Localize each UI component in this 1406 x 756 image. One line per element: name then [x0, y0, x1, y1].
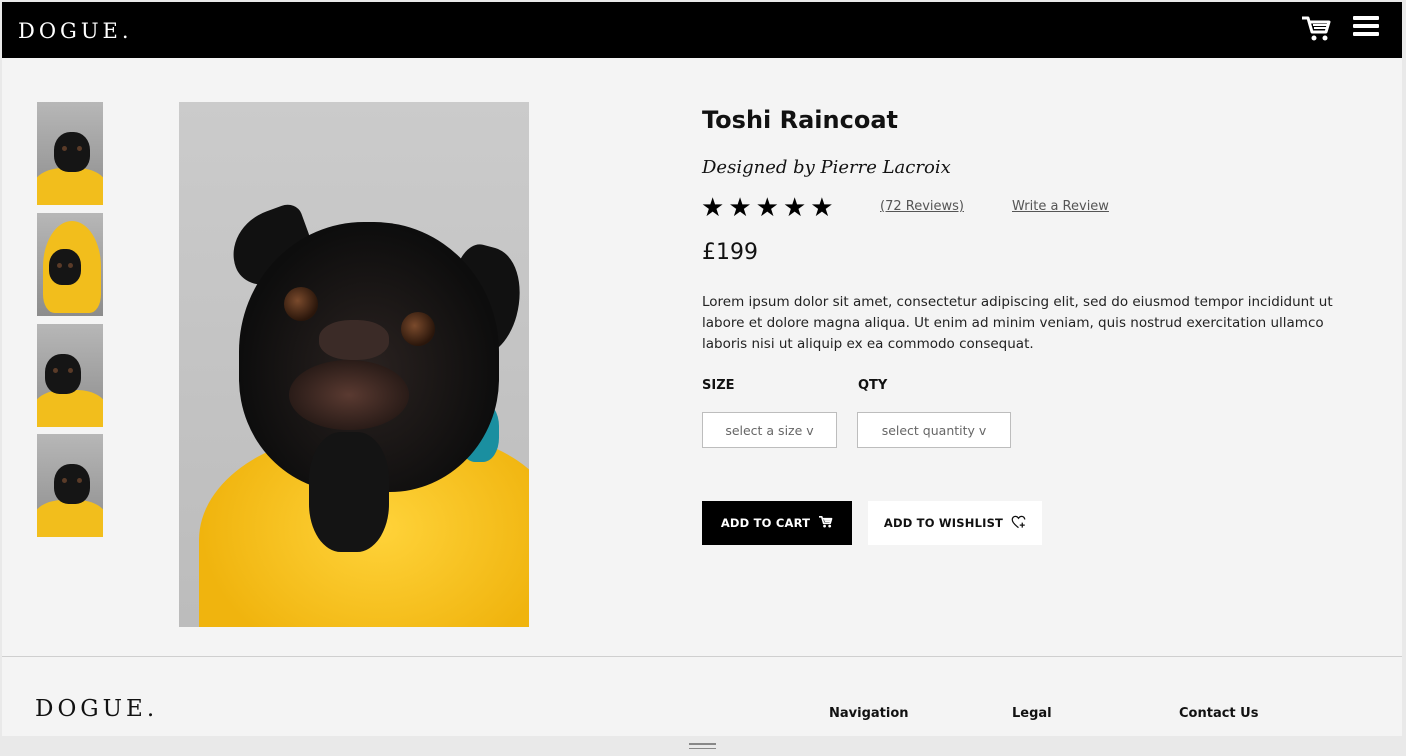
add-to-cart-label: ADD TO CART [720, 516, 811, 530]
product-designer: Designed by Pierre Lacroix [702, 157, 951, 178]
star-icon: ★ [755, 193, 779, 223]
footer-navigation-heading: Navigation [829, 706, 909, 721]
product-thumbnail-2[interactable] [37, 213, 103, 316]
product-thumbnail-4[interactable] [37, 434, 103, 537]
star-icon: ★ [782, 193, 807, 223]
add-to-wishlist-button[interactable]: ADD TO WISHLIST [868, 501, 1042, 545]
resize-handle[interactable] [689, 743, 716, 750]
quantity-select[interactable]: select quantity v [857, 412, 1011, 448]
top-nav-bar: DOGUE. [2, 2, 1402, 58]
heart-plus-icon [1011, 515, 1026, 532]
product-title: Toshi Raincoat [702, 106, 898, 134]
star-icon: ★ [701, 193, 725, 223]
star-icon: ★ [728, 193, 752, 223]
site-logo[interactable]: DOGUE. [18, 19, 133, 43]
product-thumbnail-1[interactable] [37, 102, 103, 205]
reviews-count-link[interactable]: (72 Reviews) [880, 199, 964, 214]
rating-stars: ★ ★ ★ ★ ★ [701, 195, 834, 221]
product-description: Lorem ipsum dolor sit amet, consectetur … [702, 294, 1333, 352]
quantity-select-value: select quantity v [881, 422, 987, 438]
size-select[interactable]: select a size v [702, 412, 837, 448]
size-select-value: select a size v [725, 422, 814, 438]
footer-divider [2, 656, 1402, 657]
star-icon: ★ [810, 193, 834, 223]
qty-label: QTY [858, 378, 888, 393]
footer-logo[interactable]: DOGUE. [35, 696, 158, 722]
product-price: £199 [702, 240, 758, 265]
page-frame: DOGUE. Toshi Raincoat Designed by Pierre… [2, 2, 1402, 736]
cart-icon [818, 515, 833, 531]
product-thumbnail-3[interactable] [37, 324, 103, 427]
add-to-cart-button[interactable]: ADD TO CART [702, 501, 852, 545]
size-label: SIZE [702, 378, 735, 393]
main-product-image [179, 102, 529, 627]
write-review-link[interactable]: Write a Review [1012, 199, 1109, 214]
footer-legal-heading: Legal [1012, 706, 1052, 721]
footer-contact-heading: Contact Us [1179, 706, 1259, 721]
hamburger-menu-icon[interactable] [1353, 16, 1379, 40]
add-to-wishlist-label: ADD TO WISHLIST [883, 516, 1004, 530]
cart-icon[interactable] [1300, 14, 1332, 42]
